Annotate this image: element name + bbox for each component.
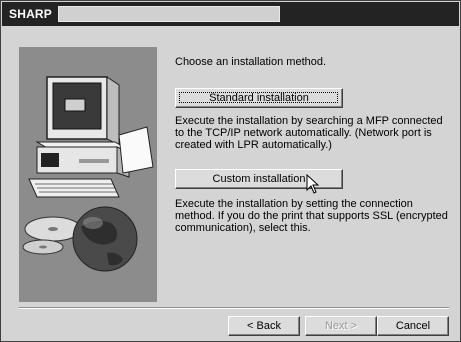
back-button[interactable]: < Back	[228, 316, 300, 336]
installer-window: SHARP Choose an installation method. Sta…	[0, 0, 461, 342]
title-bar: SHARP	[2, 2, 459, 26]
next-button-label: Next >	[324, 320, 358, 332]
window-title: SHARP	[9, 7, 53, 21]
standard-installation-description: Execute the installation by searching a …	[175, 115, 443, 151]
cancel-button[interactable]: Cancel	[377, 316, 449, 336]
globe-illustration	[72, 206, 138, 272]
intro-text: Choose an installation method.	[175, 56, 327, 68]
next-button[interactable]: Next >	[305, 316, 377, 336]
back-button-label: < Back	[247, 320, 281, 332]
installer-illustration	[19, 47, 157, 302]
footer-separator	[19, 307, 449, 309]
title-field	[58, 6, 280, 22]
standard-installation-button[interactable]: Standard installation	[175, 88, 343, 108]
custom-installation-description: Execute the installation by setting the …	[175, 198, 448, 234]
standard-installation-label: Standard installation	[209, 92, 309, 104]
cancel-button-label: Cancel	[395, 320, 431, 332]
mouse-pointer-icon	[306, 173, 320, 197]
